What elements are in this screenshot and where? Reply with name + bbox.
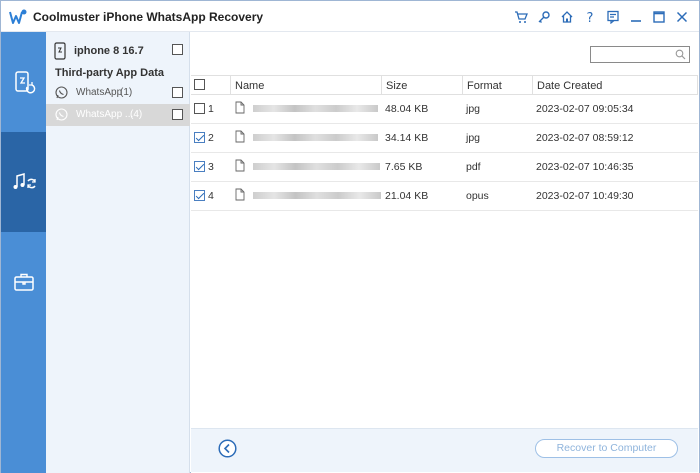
- app-count: (4): [130, 109, 143, 120]
- row-checkbox[interactable]: [194, 132, 205, 143]
- file-icon: [235, 159, 245, 172]
- svg-text:?: ?: [586, 11, 593, 24]
- section-title: Third-party App Data: [55, 67, 164, 79]
- cart-icon[interactable]: [511, 7, 530, 26]
- row-number: 4: [208, 190, 214, 202]
- file-date: 2023-02-07 10:49:30: [536, 190, 634, 202]
- table-header: Name Size Format Date Created: [191, 75, 698, 95]
- file-name-redacted: [253, 105, 378, 112]
- app-window: Coolmuster iPhone WhatsApp Recovery ? ip…: [0, 0, 700, 473]
- row-number: 2: [208, 132, 214, 144]
- table-row[interactable]: 4 21.04 KB opus 2023-02-07 10:49:30: [191, 182, 698, 211]
- file-size: 21.04 KB: [385, 190, 429, 202]
- app-checkbox[interactable]: [172, 87, 183, 98]
- phone-sync-icon: [14, 71, 35, 94]
- file-date: 2023-02-07 08:59:12: [536, 132, 634, 144]
- app-count: (1): [120, 87, 133, 98]
- whatsapp-icon: [55, 108, 68, 121]
- app-title: Coolmuster iPhone WhatsApp Recovery: [33, 10, 264, 24]
- iphone-icon: [54, 42, 66, 60]
- app-label: WhatsApp: [76, 87, 123, 98]
- search-icon: [675, 49, 686, 60]
- table-row[interactable]: 2 34.14 KB jpg 2023-02-07 08:59:12: [191, 124, 698, 153]
- main-content: Name Size Format Date Created 1 48.04 KB…: [191, 32, 699, 473]
- app-item-whatsapp[interactable]: WhatsApp (1): [46, 82, 190, 104]
- table-row[interactable]: 3 7.65 KB pdf 2023-02-07 10:46:35: [191, 153, 698, 182]
- maximize-icon[interactable]: [649, 7, 668, 26]
- file-icon: [235, 188, 245, 201]
- file-date: 2023-02-07 09:05:34: [536, 103, 634, 115]
- file-format: jpg: [466, 132, 481, 144]
- device-row[interactable]: iphone 8 16.7: [46, 40, 190, 62]
- column-size[interactable]: Size: [386, 80, 407, 92]
- close-icon[interactable]: [672, 7, 691, 26]
- toolbox-icon: [13, 273, 34, 291]
- search-input[interactable]: [590, 46, 690, 63]
- app-item-whatsapp-business[interactable]: WhatsApp ... (4): [46, 104, 190, 126]
- nav-item-phone[interactable]: [1, 32, 46, 132]
- feedback-icon[interactable]: [603, 7, 622, 26]
- home-icon[interactable]: [557, 7, 576, 26]
- file-format: pdf: [466, 161, 481, 173]
- app-checkbox[interactable]: [172, 109, 183, 120]
- row-number: 3: [208, 161, 214, 173]
- select-all-checkbox[interactable]: [194, 79, 205, 90]
- column-name[interactable]: Name: [235, 80, 264, 92]
- file-size: 48.04 KB: [385, 103, 429, 115]
- device-checkbox[interactable]: [172, 44, 183, 55]
- row-number: 1: [208, 103, 214, 115]
- file-date: 2023-02-07 10:46:35: [536, 161, 634, 173]
- file-name-redacted: [253, 134, 378, 141]
- minimize-icon[interactable]: [626, 7, 645, 26]
- key-icon[interactable]: [534, 7, 553, 26]
- row-checkbox[interactable]: [194, 103, 205, 114]
- file-format: opus: [466, 190, 489, 202]
- nav-item-music[interactable]: [1, 132, 46, 232]
- music-sync-icon: [13, 173, 36, 189]
- title-bar: Coolmuster iPhone WhatsApp Recovery ?: [1, 1, 699, 32]
- device-panel: iphone 8 16.7 Third-party App Data Whats…: [46, 32, 190, 473]
- left-nav: [1, 32, 46, 473]
- row-checkbox[interactable]: [194, 161, 205, 172]
- column-date-created[interactable]: Date Created: [537, 80, 602, 92]
- file-icon: [235, 130, 245, 143]
- file-name-redacted: [253, 192, 381, 199]
- column-format[interactable]: Format: [467, 80, 502, 92]
- file-format: jpg: [466, 103, 481, 115]
- whatsapp-icon: [55, 86, 68, 99]
- help-icon[interactable]: ?: [580, 7, 599, 26]
- row-checkbox[interactable]: [194, 190, 205, 201]
- back-arrow-icon[interactable]: [218, 439, 237, 458]
- file-size: 34.14 KB: [385, 132, 429, 144]
- nav-item-toolbox[interactable]: [1, 232, 46, 332]
- device-name: iphone 8 16.7: [74, 45, 144, 57]
- recover-to-computer-button[interactable]: Recover to Computer: [535, 439, 678, 458]
- file-icon: [235, 101, 245, 114]
- app-logo-icon: [9, 8, 27, 26]
- table-row[interactable]: 1 48.04 KB jpg 2023-02-07 09:05:34: [191, 95, 698, 124]
- file-table: Name Size Format Date Created 1 48.04 KB…: [191, 75, 698, 211]
- bottom-bar: Recover to Computer: [191, 428, 698, 472]
- file-size: 7.65 KB: [385, 161, 423, 173]
- file-name-redacted: [253, 163, 380, 170]
- app-label: WhatsApp ...: [76, 109, 134, 120]
